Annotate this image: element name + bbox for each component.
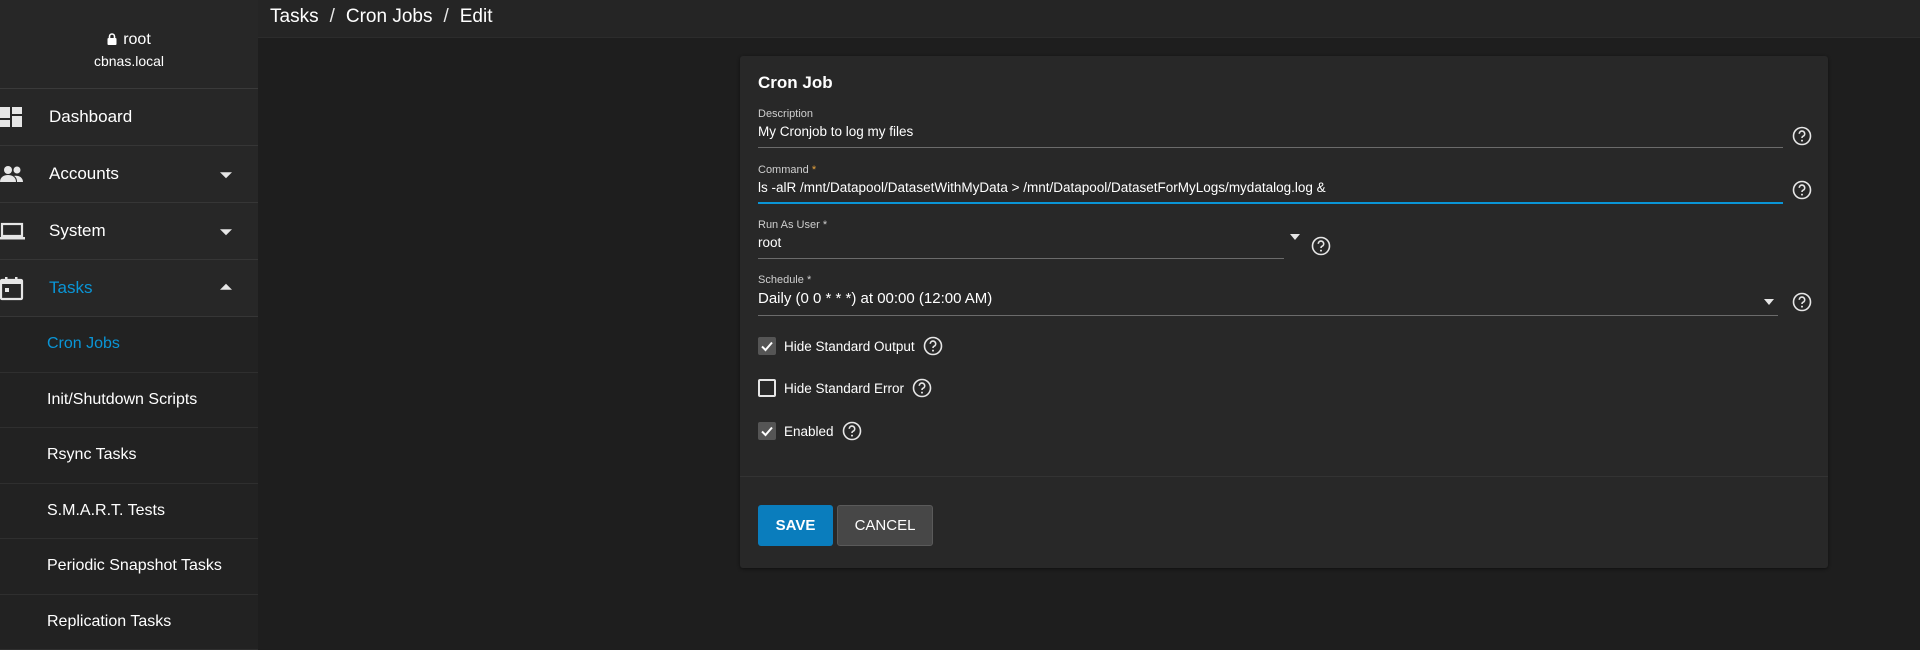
chevron-down-icon[interactable] (220, 229, 232, 235)
host-name: cbnas.local (0, 53, 258, 69)
sidebar-item-dashboard[interactable]: Dashboard (0, 89, 258, 146)
run-as-user-label: Run As User * (758, 219, 1284, 231)
schedule-label-text: Schedule (758, 274, 804, 286)
enabled-checkbox[interactable] (758, 422, 776, 440)
sidebar-item-tasks[interactable]: Tasks (0, 260, 258, 317)
calendar-icon (0, 275, 26, 301)
cancel-button[interactable]: CANCEL (837, 505, 933, 546)
required-marker: * (812, 164, 816, 176)
hide-stdout-help-icon[interactable] (923, 336, 943, 356)
sidebar-item-label: Dashboard (49, 107, 132, 127)
schedule-value[interactable]: Daily (0 0 * * *) at 00:00 (12:00 AM) (758, 290, 1778, 307)
required-marker: * (823, 219, 827, 231)
schedule-underline (758, 315, 1778, 316)
sidebar-item-system[interactable]: System (0, 203, 258, 260)
description-help-icon[interactable] (1792, 126, 1812, 146)
hide-stderr-checkbox[interactable] (758, 379, 776, 397)
breadcrumb-edit: Edit (460, 6, 493, 28)
description-field[interactable]: Description My Cronjob to log my files (758, 108, 1783, 139)
sidebar-item-label: Accounts (49, 164, 119, 184)
sidebar: root cbnas.local Dashboard Accounts Syst… (0, 0, 258, 634)
run-as-user-help-icon[interactable] (1311, 236, 1331, 256)
sidebar-subitem-smart-tests[interactable]: S.M.A.R.T. Tests (0, 484, 258, 540)
command-input[interactable]: ls -alR /mnt/Datapool/DatasetWithMyData … (758, 180, 1783, 195)
hide-stdout-checkbox[interactable] (758, 337, 776, 355)
sidebar-item-accounts[interactable]: Accounts (0, 146, 258, 203)
user-block: root cbnas.local (0, 0, 258, 89)
sidebar-subitem-rsync-tasks[interactable]: Rsync Tasks (0, 428, 258, 484)
command-field[interactable]: Command * ls -alR /mnt/Datapool/DatasetW… (758, 164, 1783, 195)
schedule-help-icon[interactable] (1792, 292, 1812, 312)
command-label-text: Command (758, 164, 809, 176)
schedule-label: Schedule * (758, 274, 1778, 286)
people-icon (0, 161, 26, 187)
lock-icon (107, 32, 117, 44)
form-title: Cron Job (758, 73, 833, 93)
user-line[interactable]: root (0, 31, 258, 49)
run-as-user-label-text: Run As User (758, 219, 820, 231)
hide-stderr-row: Hide Standard Error (758, 378, 932, 398)
breadcrumb-separator: / (330, 6, 335, 28)
chevron-down-icon[interactable] (220, 172, 232, 178)
run-as-user-value[interactable]: root (758, 235, 1284, 250)
hide-stderr-help-icon[interactable] (912, 378, 932, 398)
save-button[interactable]: SAVE (758, 505, 833, 546)
breadcrumb-separator: / (443, 6, 448, 28)
schedule-dropdown-icon[interactable] (1764, 299, 1774, 305)
sidebar-subitem-replication-tasks[interactable]: Replication Tasks (0, 595, 258, 650)
command-label: Command * (758, 164, 1783, 176)
hide-stdout-row: Hide Standard Output (758, 336, 943, 356)
enabled-row: Enabled (758, 421, 862, 441)
description-label: Description (758, 108, 1783, 120)
command-underline (758, 202, 1783, 204)
card-divider (740, 476, 1828, 477)
required-marker: * (807, 274, 811, 286)
hide-stdout-label: Hide Standard Output (784, 339, 915, 354)
run-as-user-dropdown-icon[interactable] (1290, 234, 1300, 240)
sidebar-item-label: Tasks (49, 278, 92, 298)
chevron-up-icon[interactable] (220, 284, 232, 290)
enabled-label: Enabled (784, 424, 834, 439)
breadcrumb-tasks[interactable]: Tasks (270, 6, 319, 28)
description-underline (758, 147, 1783, 148)
laptop-icon (0, 218, 26, 244)
command-help-icon[interactable] (1792, 180, 1812, 200)
top-bar: Tasks / Cron Jobs / Edit (258, 0, 1920, 38)
run-as-user-select[interactable]: Run As User * root (758, 219, 1284, 250)
sidebar-subitem-periodic-snapshot-tasks[interactable]: Periodic Snapshot Tasks (0, 539, 258, 595)
sidebar-subitem-cron-jobs[interactable]: Cron Jobs (0, 317, 258, 373)
user-name: root (123, 31, 151, 49)
sidebar-subitem-init-shutdown-scripts[interactable]: Init/Shutdown Scripts (0, 373, 258, 429)
check-icon (760, 424, 774, 438)
schedule-select[interactable]: Schedule * Daily (0 0 * * *) at 00:00 (1… (758, 274, 1778, 307)
check-icon (760, 339, 774, 353)
sidebar-subitem-label: Replication Tasks (47, 613, 171, 631)
run-as-user-underline (758, 258, 1284, 259)
hide-stderr-label: Hide Standard Error (784, 381, 904, 396)
cron-job-form-card: Cron Job Description My Cronjob to log m… (740, 56, 1828, 568)
sidebar-subitem-label: Init/Shutdown Scripts (47, 391, 197, 409)
sidebar-subitem-label: Cron Jobs (47, 335, 120, 353)
dashboard-icon (0, 104, 26, 130)
sidebar-item-label: System (49, 221, 106, 241)
sidebar-subitem-label: Periodic Snapshot Tasks (47, 557, 222, 575)
breadcrumb: Tasks / Cron Jobs / Edit (270, 6, 493, 28)
breadcrumb-cron-jobs[interactable]: Cron Jobs (346, 6, 433, 28)
description-input[interactable]: My Cronjob to log my files (758, 124, 1783, 139)
sidebar-subitem-label: S.M.A.R.T. Tests (47, 502, 165, 520)
sidebar-subitem-label: Rsync Tasks (47, 446, 137, 464)
enabled-help-icon[interactable] (842, 421, 862, 441)
